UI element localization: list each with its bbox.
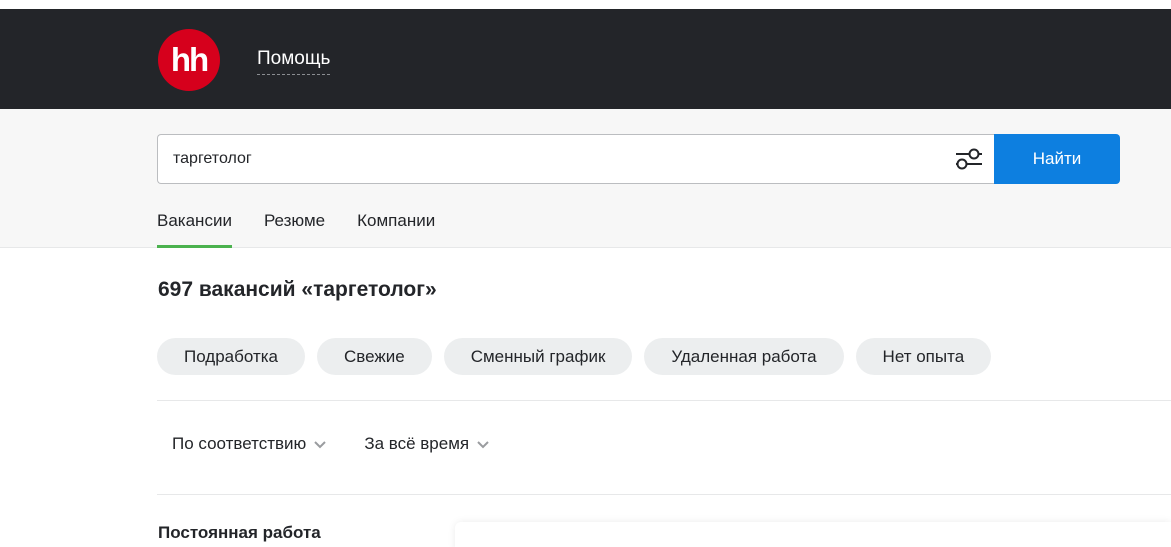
chip-fresh[interactable]: Свежие bbox=[317, 338, 432, 375]
divider bbox=[157, 494, 1171, 495]
sort-period[interactable]: За всё время bbox=[364, 434, 491, 454]
sidebar-section-label: Постоянная работа bbox=[158, 523, 321, 542]
hh-logo[interactable]: hh bbox=[158, 29, 220, 91]
tab-companies[interactable]: Компании bbox=[357, 210, 435, 248]
chip-remote-work[interactable]: Удаленная работа bbox=[644, 338, 844, 375]
find-button[interactable]: Найти bbox=[994, 134, 1120, 184]
sort-relevance-label: По соответствию bbox=[172, 434, 307, 453]
site-header: hh Помощь bbox=[0, 9, 1171, 109]
sort-period-label: За всё время bbox=[364, 434, 470, 453]
search-tabs: Вакансии Резюме Компании bbox=[157, 210, 467, 248]
chip-part-time[interactable]: Подработка bbox=[157, 338, 305, 375]
results-title: 697 вакансий «таргетолог» bbox=[158, 278, 437, 301]
search-input[interactable] bbox=[173, 135, 933, 183]
quick-filter-chips: Подработка Свежие Сменный график Удаленн… bbox=[157, 338, 1003, 375]
chevron-down-icon bbox=[314, 441, 327, 449]
sort-controls: По соответствию За всё время bbox=[172, 434, 527, 454]
top-strip bbox=[0, 0, 1171, 9]
chevron-down-icon bbox=[477, 441, 489, 449]
search-area: Найти Вакансии Резюме Компании bbox=[0, 109, 1171, 248]
help-link[interactable]: Помощь bbox=[257, 48, 331, 75]
chip-no-experience[interactable]: Нет опыта bbox=[855, 338, 992, 375]
sliders-icon[interactable] bbox=[953, 146, 985, 172]
tab-resumes[interactable]: Резюме bbox=[264, 210, 325, 248]
vacancy-card bbox=[455, 522, 1171, 547]
search-box bbox=[157, 134, 995, 184]
tab-vacancies[interactable]: Вакансии bbox=[157, 210, 232, 248]
divider bbox=[157, 400, 1171, 401]
sort-relevance[interactable]: По соответствию bbox=[172, 434, 328, 454]
chip-shift-schedule[interactable]: Сменный график bbox=[443, 338, 633, 375]
